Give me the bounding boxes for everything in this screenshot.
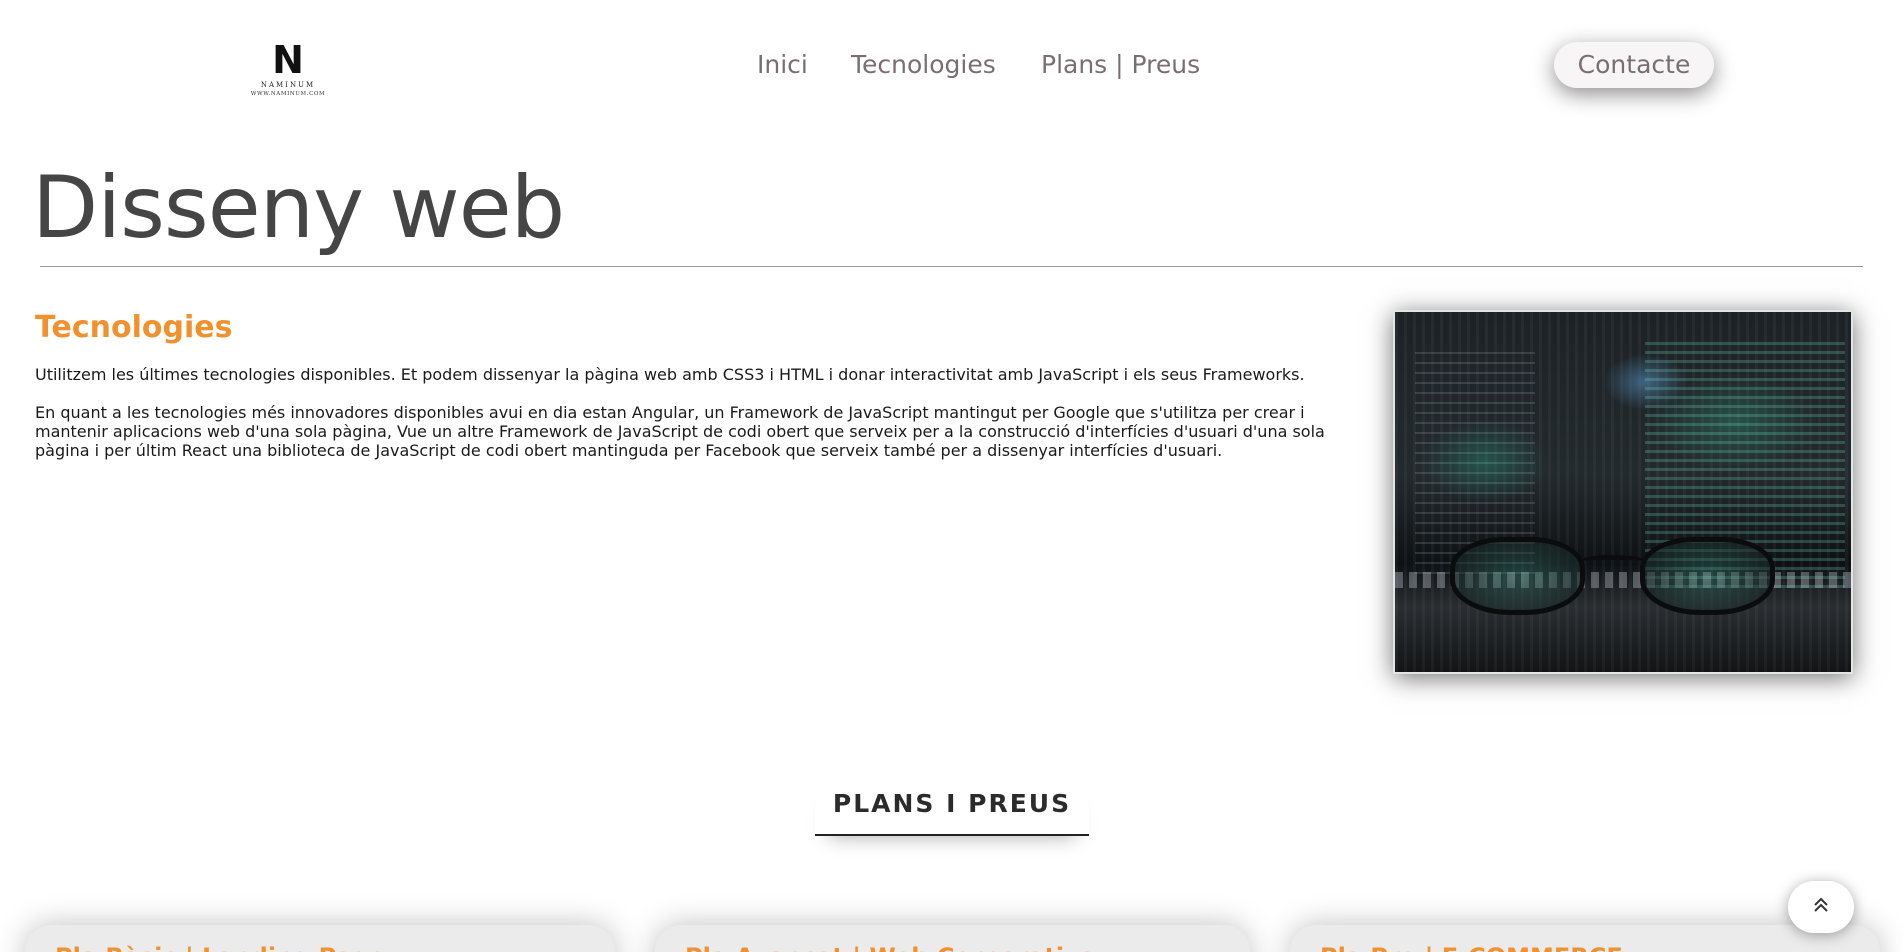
plan-card-title: Pla Avançat | Web Corporativa bbox=[685, 943, 1096, 952]
logo-name: NAMINUM bbox=[260, 81, 316, 89]
nav-link-tecnologies[interactable]: Tecnologies bbox=[851, 48, 996, 82]
plan-card-basic[interactable]: Pla Bàsic | Landing Page bbox=[25, 925, 615, 952]
contact-button[interactable]: Contacte bbox=[1554, 42, 1714, 88]
plan-card-title: Pla Pro | E-COMMERCE bbox=[1320, 943, 1623, 952]
scroll-to-top-button[interactable] bbox=[1788, 881, 1854, 933]
glasses-lens-left bbox=[1450, 537, 1585, 615]
plan-card-pro[interactable]: Pla Pro | E-COMMERCE bbox=[1290, 925, 1880, 952]
glasses-lens-right bbox=[1640, 537, 1775, 615]
page-title: Disseny web bbox=[32, 158, 565, 258]
tecnologies-paragraph-2: En quant a les tecnologies més innovador… bbox=[35, 403, 1325, 460]
tecnologies-heading: Tecnologies bbox=[35, 310, 233, 345]
plan-card-advanced[interactable]: Pla Avançat | Web Corporativa bbox=[655, 925, 1250, 952]
double-chevron-up-icon bbox=[1814, 897, 1828, 912]
plans-heading: PLANS I PREUS bbox=[815, 784, 1089, 836]
logo-url: WWW.NAMINUM.COM bbox=[250, 91, 326, 97]
plan-card-title: Pla Bàsic | Landing Page bbox=[55, 943, 385, 952]
photo-background bbox=[1395, 312, 1851, 672]
tecnologies-paragraph-1: Utilitzem les últimes tecnologies dispon… bbox=[35, 365, 1305, 384]
title-divider bbox=[40, 266, 1863, 267]
plans-heading-underline bbox=[815, 834, 1089, 836]
photo-glasses bbox=[1450, 537, 1780, 617]
glasses-bridge bbox=[1580, 555, 1645, 567]
code-screen-photo bbox=[1393, 310, 1853, 674]
nav-link-plans-preus[interactable]: Plans | Preus bbox=[1041, 48, 1200, 82]
nav-link-inici[interactable]: Inici bbox=[757, 48, 808, 82]
